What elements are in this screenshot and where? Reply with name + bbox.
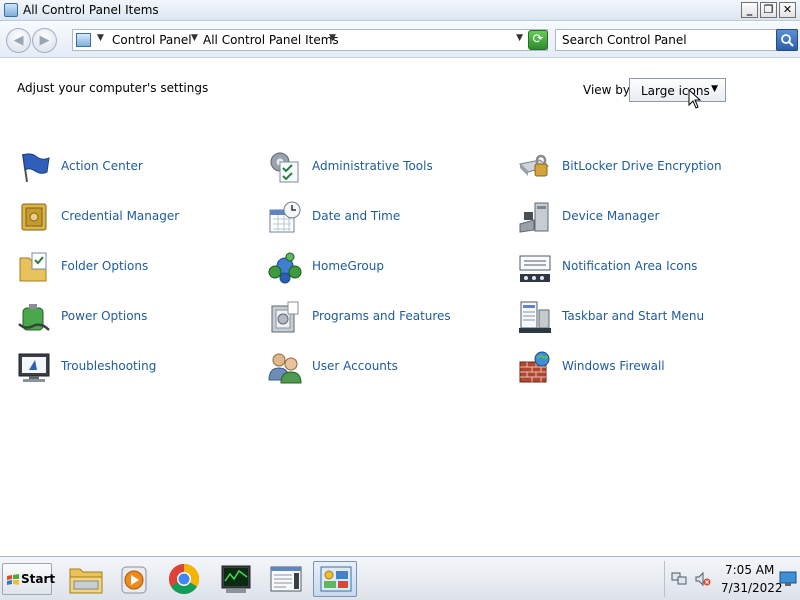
cp-item-taskbar-start-menu[interactable]: Taskbar and Start Menu <box>518 300 758 336</box>
clock-date[interactable]: 7/31/2022 <box>721 581 783 595</box>
clock-time[interactable]: 7:05 AM <box>725 563 774 577</box>
taskbar-app-chrome[interactable] <box>162 561 206 597</box>
search-button[interactable] <box>776 29 798 51</box>
troubleshooting-monitor-icon <box>18 353 50 382</box>
homegroup-icon <box>268 252 302 284</box>
cp-item-notification-area[interactable]: Notification Area Icons <box>518 250 758 286</box>
search-input[interactable] <box>556 30 774 50</box>
taskbar-app-media-player[interactable] <box>112 561 156 597</box>
title-bar: All Control Panel Items _ ❐ ✕ <box>0 0 800 21</box>
windows-firewall-icon <box>519 351 550 383</box>
control-panel-icon <box>320 566 352 592</box>
page-heading: Adjust your computer's settings <box>17 81 209 95</box>
cp-item-label: Administrative Tools <box>312 159 433 173</box>
breadcrumb-dropdown-icon[interactable]: ▼ <box>97 33 104 43</box>
network-icon[interactable] <box>671 571 687 587</box>
content-pane: Adjust your computer's settings View by:… <box>0 59 800 555</box>
administrative-tools-icon <box>270 152 299 183</box>
task-manager-icon <box>221 565 251 593</box>
cp-item-label: Troubleshooting <box>61 359 157 373</box>
start-label: Start <box>21 572 56 586</box>
media-player-icon <box>121 566 147 594</box>
bitlocker-drive-icon <box>518 154 550 177</box>
cp-item-device-manager[interactable]: Device Manager <box>518 200 758 236</box>
cp-item-label: Device Manager <box>562 209 660 223</box>
cp-item-credential-manager[interactable]: Credential Manager <box>17 200 257 236</box>
volume-muted-icon[interactable] <box>695 571 711 587</box>
view-by-dropdown[interactable]: Large icons ▼ <box>629 78 726 102</box>
cp-item-troubleshooting[interactable]: Troubleshooting <box>17 350 257 386</box>
cp-item-label: HomeGroup <box>312 259 384 273</box>
cp-item-label: BitLocker Drive Encryption <box>562 159 722 173</box>
refresh-button[interactable]: ⟳ <box>528 30 548 50</box>
device-manager-icon <box>519 202 549 233</box>
chevron-down-icon: ▼ <box>711 84 718 94</box>
programs-features-icon <box>271 301 299 333</box>
notepad-window-icon <box>270 566 302 592</box>
action-center-flag-icon <box>22 153 50 183</box>
power-options-battery-icon <box>18 304 50 331</box>
taskbar-app-task-manager[interactable] <box>214 561 258 597</box>
address-history-dropdown-icon[interactable]: ▼ <box>516 33 523 43</box>
close-button[interactable]: ✕ <box>779 2 796 18</box>
cp-item-label: Credential Manager <box>61 209 180 223</box>
windows-logo-icon <box>7 574 19 585</box>
breadcrumb-all-items[interactable]: All Control Panel Items <box>203 33 339 47</box>
breadcrumb-separator-icon[interactable]: ▼ <box>191 33 198 43</box>
credential-manager-vault-icon <box>21 203 47 231</box>
search-box[interactable] <box>555 29 798 51</box>
cp-item-administrative-tools[interactable]: Administrative Tools <box>268 150 508 186</box>
cp-item-programs-features[interactable]: Programs and Features <box>268 300 508 336</box>
cp-item-label: Power Options <box>61 309 148 323</box>
search-icon <box>781 34 794 47</box>
cp-item-label: User Accounts <box>312 359 398 373</box>
maximize-button[interactable]: ❐ <box>760 2 777 18</box>
cp-item-bitlocker[interactable]: BitLocker Drive Encryption <box>518 150 758 186</box>
taskbar: Start <box>0 556 800 600</box>
cp-item-power-options[interactable]: Power Options <box>17 300 257 336</box>
cp-item-label: Taskbar and Start Menu <box>562 309 705 323</box>
file-explorer-icon <box>69 568 103 594</box>
chrome-icon <box>168 564 200 595</box>
cp-item-label: Folder Options <box>61 259 149 273</box>
window-title: All Control Panel Items <box>23 3 159 17</box>
cp-item-date-time[interactable]: Date and Time <box>268 200 508 236</box>
cp-item-windows-firewall[interactable]: Windows Firewall <box>518 350 758 386</box>
address-bar[interactable]: ▼ Control Panel ▼ All Control Panel Item… <box>72 29 548 51</box>
minimize-button[interactable]: _ <box>741 2 758 18</box>
back-button[interactable]: ◀ <box>6 28 31 53</box>
folder-options-icon <box>19 252 47 282</box>
start-button[interactable]: Start <box>2 563 56 595</box>
view-by-label: View by: <box>583 83 634 97</box>
forward-button[interactable]: ▶ <box>32 28 57 53</box>
notification-area-icon <box>519 255 551 282</box>
cp-item-user-accounts[interactable]: User Accounts <box>268 350 508 386</box>
date-time-calendar-icon <box>269 201 301 233</box>
control-panel-window-icon <box>4 3 18 17</box>
cp-item-folder-options[interactable]: Folder Options <box>17 250 257 286</box>
cp-item-homegroup[interactable]: HomeGroup <box>268 250 508 286</box>
cp-item-label: Programs and Features <box>312 309 451 323</box>
taskbar-app-notepad[interactable] <box>264 561 308 597</box>
mouse-cursor-icon <box>688 89 702 109</box>
taskbar-app-control-panel[interactable] <box>313 561 357 597</box>
taskbar-start-menu-icon <box>519 301 551 333</box>
breadcrumb-separator-icon[interactable]: ▼ <box>329 33 336 43</box>
breadcrumb-control-panel[interactable]: Control Panel <box>112 33 192 47</box>
cp-item-label: Notification Area Icons <box>562 259 698 273</box>
address-toolbar: ◀ ▶ ▼ Control Panel ▼ All Control Panel … <box>0 22 800 58</box>
control-panel-icon <box>76 33 91 47</box>
taskbar-app-file-explorer[interactable] <box>64 561 108 597</box>
cp-item-label: Windows Firewall <box>562 359 665 373</box>
user-accounts-icon <box>268 353 302 384</box>
cp-item-action-center[interactable]: Action Center <box>17 150 257 186</box>
cp-item-label: Date and Time <box>312 209 401 223</box>
cp-item-label: Action Center <box>61 159 143 173</box>
